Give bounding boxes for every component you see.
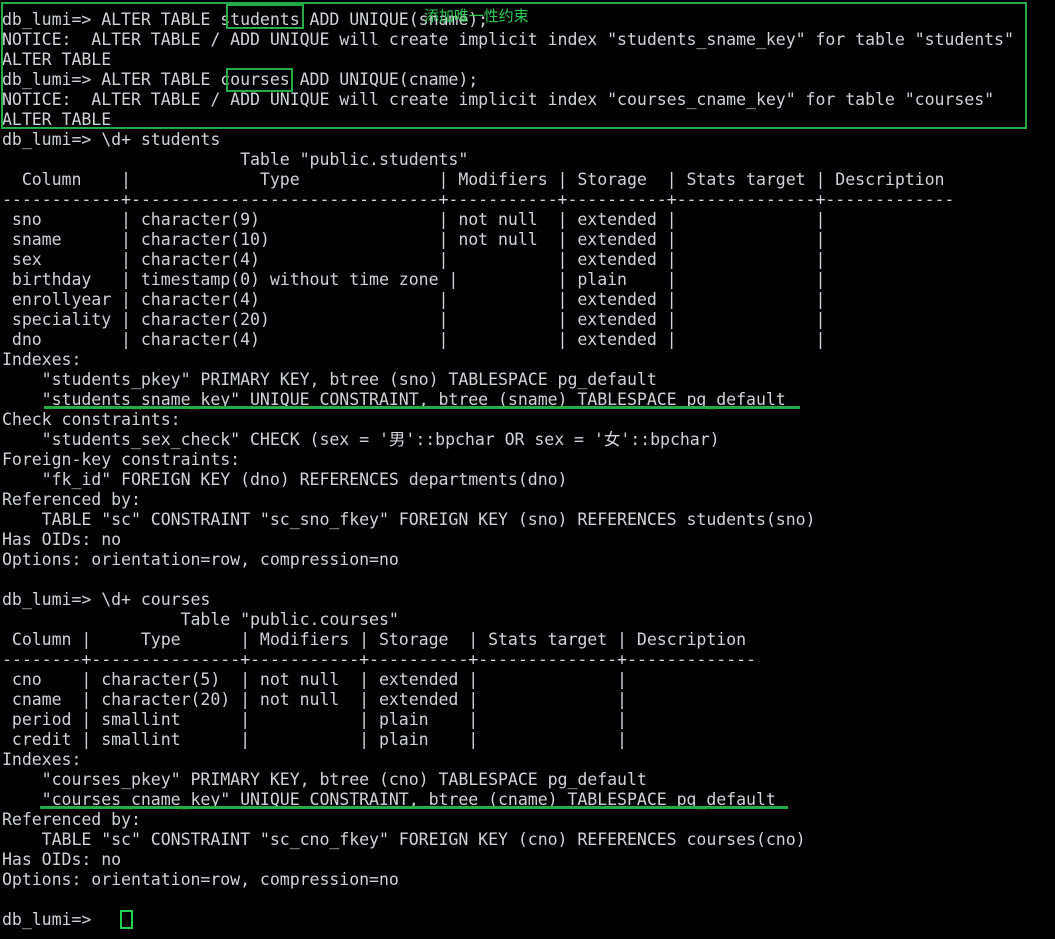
terminal-line: enrollyear | character(4) | | extended |… bbox=[2, 290, 826, 309]
terminal-line: Column | Type | Modifiers | Storage | St… bbox=[2, 630, 747, 649]
terminal-line: NOTICE: ALTER TABLE / ADD UNIQUE will cr… bbox=[2, 90, 995, 109]
terminal-line: Has OIDs: no bbox=[2, 530, 122, 549]
terminal-line: "students_sex_check" CHECK (sex = '男'::b… bbox=[2, 430, 720, 449]
terminal-line: "courses_cname_key" UNIQUE CONSTRAINT, b… bbox=[2, 790, 776, 809]
terminal-line: sex | character(4) | | extended | | bbox=[2, 250, 826, 269]
terminal-line: db_lumi=> \d+ students bbox=[2, 130, 221, 149]
terminal-line: Foreign-key constraints: bbox=[2, 450, 241, 469]
terminal-line: Referenced by: bbox=[2, 810, 141, 829]
terminal-line: ------------+---------------------------… bbox=[2, 190, 955, 209]
terminal-line: Options: orientation=row, compression=no bbox=[2, 870, 399, 889]
terminal-line: db_lumi=> \d+ courses bbox=[2, 590, 211, 609]
terminal-window[interactable]: db_lumi=> ALTER TABLE students ADD UNIQU… bbox=[0, 0, 1055, 939]
terminal-line: db_lumi=> ALTER TABLE courses ADD UNIQUE… bbox=[2, 70, 479, 89]
terminal-line: Column | Type | Modifiers | Storage | St… bbox=[2, 170, 945, 189]
terminal-line: "fk_id" FOREIGN KEY (dno) REFERENCES dep… bbox=[2, 470, 568, 489]
terminal-line: sno | character(9) | not null | extended… bbox=[2, 210, 826, 229]
terminal-line: --------+---------------+-----------+---… bbox=[2, 650, 756, 669]
terminal-line: ALTER TABLE bbox=[2, 50, 112, 69]
terminal-line: dno | character(4) | | extended | | bbox=[2, 330, 826, 349]
terminal-line: period | smallint | | plain | | bbox=[2, 710, 627, 729]
terminal-line: TABLE "sc" CONSTRAINT "sc_cno_fkey" FORE… bbox=[2, 830, 806, 849]
terminal-line: speciality | character(20) | | extended … bbox=[2, 310, 826, 329]
terminal-line: credit | smallint | | plain | | bbox=[2, 730, 627, 749]
terminal-line: sname | character(10) | not null | exten… bbox=[2, 230, 826, 249]
terminal-line: Check constraints: bbox=[2, 410, 181, 429]
terminal-line: birthday | timestamp(0) without time zon… bbox=[2, 270, 826, 289]
terminal-line: NOTICE: ALTER TABLE / ADD UNIQUE will cr… bbox=[2, 30, 1014, 49]
terminal-line: Options: orientation=row, compression=no bbox=[2, 550, 399, 569]
terminal-line: Indexes: bbox=[2, 750, 82, 769]
terminal-line: "courses_pkey" PRIMARY KEY, btree (cno) … bbox=[2, 770, 647, 789]
terminal-line: Table "public.courses" bbox=[2, 610, 399, 629]
terminal-line: TABLE "sc" CONSTRAINT "sc_sno_fkey" FORE… bbox=[2, 510, 816, 529]
terminal-line: ALTER TABLE bbox=[2, 110, 112, 129]
terminal-line: Has OIDs: no bbox=[2, 850, 122, 869]
terminal-line: db_lumi=> bbox=[2, 910, 92, 929]
terminal-line: cname | character(20) | not null | exten… bbox=[2, 690, 627, 709]
terminal-line: cno | character(5) | not null | extended… bbox=[2, 670, 627, 689]
terminal-line: "students_sname_key" UNIQUE CONSTRAINT, … bbox=[2, 390, 786, 409]
terminal-line: Referenced by: bbox=[2, 490, 141, 509]
terminal-line: Table "public.students" bbox=[2, 150, 469, 169]
terminal-line: db_lumi=> ALTER TABLE students ADD UNIQU… bbox=[2, 10, 489, 29]
terminal-line: Indexes: bbox=[2, 350, 82, 369]
terminal-line: "students_pkey" PRIMARY KEY, btree (sno)… bbox=[2, 370, 657, 389]
terminal-output: db_lumi=> ALTER TABLE students ADD UNIQU… bbox=[2, 10, 1052, 930]
